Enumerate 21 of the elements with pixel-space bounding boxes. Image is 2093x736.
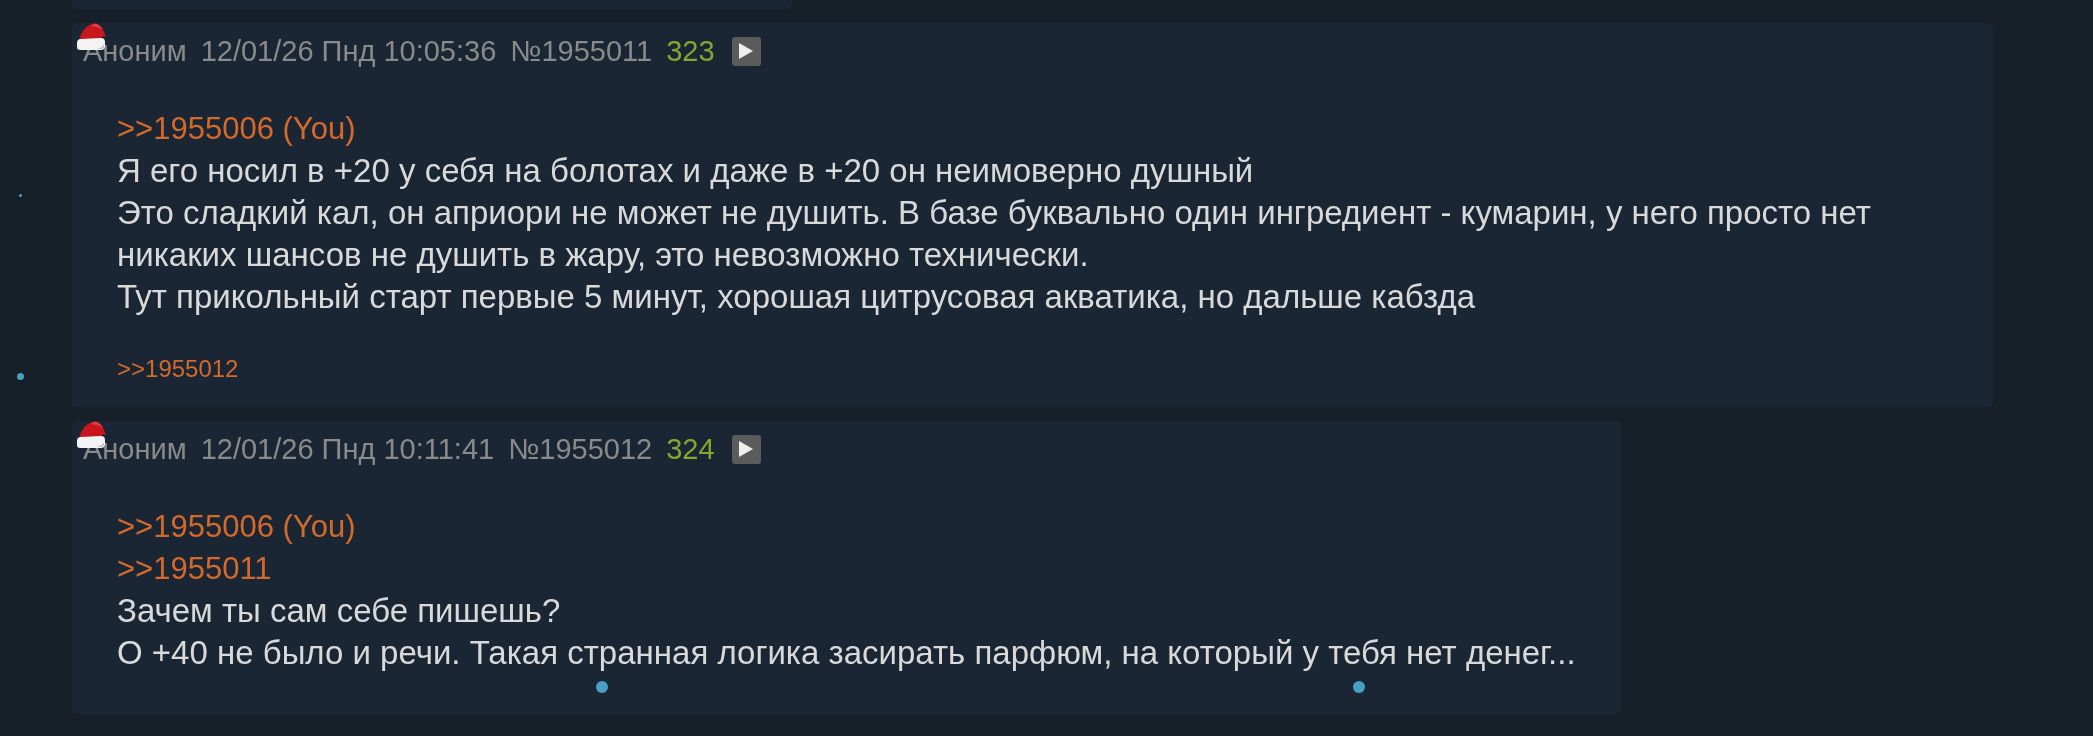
reply-link[interactable]: >>1955006 (You) [117, 506, 356, 548]
post-time: 12/01/26 Пнд 10:11:41 [200, 434, 495, 464]
post-count: 324 [666, 434, 715, 464]
reply-link[interactable]: >>1955011 [117, 548, 272, 590]
play-icon [739, 43, 754, 59]
post-number-link[interactable]: №1955011 [510, 36, 653, 66]
post-text: Я его носил в +20 у себя на болотах и даже в +20 он неимоверно душный [117, 151, 1254, 191]
post-time: 12/01/26 Пнд 10:05:36 [200, 36, 497, 66]
post-text: О +40 не было и речи. Такая странная логика засирать парфюм, на который у тебя нет денег... [117, 633, 1576, 673]
play-button[interactable] [731, 434, 761, 464]
play-icon [739, 441, 754, 457]
reply-link[interactable]: >>1955006 (You) [117, 108, 356, 150]
dot-icon [16, 372, 24, 380]
play-button[interactable] [731, 36, 761, 66]
post-text: Зачем ты сам себе пишешь? [117, 591, 561, 631]
dot-icon [18, 193, 22, 197]
post-count: 323 [666, 36, 715, 66]
backlink[interactable]: >>1955012 [117, 357, 239, 381]
post-text: Тут прикольный старт первые 5 минут, хорошая цитрусовая акватика, но дальше кабзда [117, 277, 1476, 317]
post-text: Это сладкий кал, он априори не может не душить. В базе буквально один ингредиент - кумарин, у него просто нет никаких шансов не душить в жару, это невозможно технически. [117, 193, 1871, 275]
post-number-link[interactable]: №1955012 [508, 434, 653, 464]
